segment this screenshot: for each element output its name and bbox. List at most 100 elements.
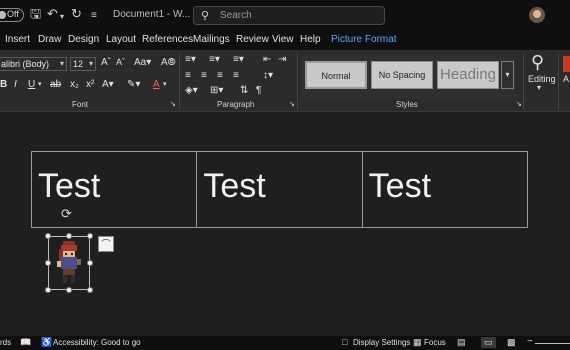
tab-picture-format[interactable]: Picture Format <box>331 34 397 45</box>
paragraph-dialog-launcher-icon[interactable]: ↘ <box>289 100 295 108</box>
styles-dialog-launcher-icon[interactable]: ↘ <box>516 100 522 108</box>
highlight-icon[interactable]: ✎▾ <box>127 79 140 90</box>
proofing-icon[interactable]: 📖 <box>20 337 31 348</box>
font-dialog-launcher-icon[interactable]: ↘ <box>170 100 176 108</box>
customize-quick-access-icon[interactable]: ≡ <box>91 9 97 23</box>
tab-references[interactable]: References <box>142 34 193 45</box>
autosave-knob <box>0 11 6 19</box>
rotate-handle-icon[interactable]: ⟳ <box>61 206 72 222</box>
superscript-icon[interactable]: x² <box>86 79 94 90</box>
justify-icon[interactable]: ≡ <box>233 70 239 81</box>
web-layout-icon[interactable]: ▩ <box>507 337 516 348</box>
tab-view[interactable]: View <box>272 34 294 45</box>
table-cell[interactable]: Test <box>196 151 363 228</box>
group-separator <box>297 53 298 109</box>
tab-design[interactable]: Design <box>68 34 99 45</box>
pixel-character-picture[interactable] <box>53 241 85 285</box>
font-size-box[interactable]: 12 ▾ <box>70 57 96 71</box>
addins-icon[interactable] <box>563 56 570 72</box>
table-cell[interactable]: Test <box>361 151 529 228</box>
line-spacing-icon[interactable]: ↕▾ <box>263 70 273 81</box>
resize-handle[interactable] <box>66 287 72 293</box>
font-color-icon[interactable]: A <box>153 79 160 90</box>
print-layout-icon[interactable]: ▭ <box>481 337 496 348</box>
align-center-icon[interactable]: ≡ <box>201 70 207 81</box>
font-color-dropdown-icon[interactable]: ▾ <box>163 80 167 88</box>
undo-icon[interactable]: ↶ <box>47 7 58 21</box>
document-table: Test Test Test <box>30 151 529 228</box>
chevron-down-icon: ▾ <box>88 59 93 68</box>
increase-indent-icon[interactable]: ⇥ <box>278 54 286 65</box>
resize-handle[interactable] <box>45 233 51 239</box>
show-formatting-icon[interactable]: ¶ <box>256 85 261 96</box>
change-case-icon[interactable]: Aa▾ <box>134 57 151 68</box>
autosave-toggle[interactable]: Off <box>0 8 24 22</box>
document-title: Document1 - W... <box>113 9 191 20</box>
table-cell[interactable]: Test <box>30 151 198 228</box>
align-right-icon[interactable]: ≡ <box>217 70 223 81</box>
underline-icon[interactable]: U <box>28 79 35 90</box>
resize-handle[interactable] <box>45 287 51 293</box>
addins-label[interactable]: A <box>563 74 569 84</box>
ribbon-tabs: Insert Draw Design Layout References Mai… <box>0 30 570 50</box>
resize-handle[interactable] <box>66 233 72 239</box>
italic-icon[interactable]: I <box>14 79 17 90</box>
focus-icon[interactable]: ▦ <box>413 337 422 348</box>
save-icon[interactable]: 🖫 <box>30 7 41 21</box>
shading-icon[interactable]: ◈▾ <box>185 85 198 96</box>
multilevel-list-icon[interactable]: ≡▾ <box>233 54 244 65</box>
focus-button[interactable]: Focus <box>424 338 446 347</box>
style-heading[interactable]: Heading <box>437 61 499 89</box>
accessibility-status[interactable]: Accessibility: Good to go <box>53 338 141 347</box>
tab-review[interactable]: Review <box>236 34 269 45</box>
subscript-icon[interactable]: x₂ <box>70 79 79 90</box>
display-settings-button[interactable]: Display Settings <box>353 338 410 347</box>
resize-handle[interactable] <box>87 233 93 239</box>
find-icon[interactable]: ⚲ <box>531 52 544 73</box>
search-box[interactable]: ⚲ Search <box>193 6 385 25</box>
resize-handle[interactable] <box>87 287 93 293</box>
font-name-value: alibri (Body) <box>1 59 50 69</box>
tab-draw[interactable]: Draw <box>38 34 61 45</box>
resize-handle[interactable] <box>45 260 51 266</box>
editing-button[interactable]: Editing <box>528 74 556 84</box>
styles-more-button[interactable]: ▾ <box>501 61 514 89</box>
document-canvas: Test Test Test <box>0 113 570 336</box>
font-group-label: Font <box>72 100 89 109</box>
accessibility-icon[interactable]: ♿ <box>41 337 52 348</box>
style-normal[interactable]: Normal <box>305 61 367 89</box>
search-icon: ⚲ <box>201 10 210 22</box>
numbering-icon[interactable]: ≡▾ <box>209 54 220 65</box>
tab-insert[interactable]: Insert <box>5 34 30 45</box>
tab-help[interactable]: Help <box>300 34 321 45</box>
bold-icon[interactable]: B <box>0 79 7 90</box>
align-left-icon[interactable]: ≡ <box>185 70 191 81</box>
text-effects-icon[interactable]: A▾ <box>102 79 114 90</box>
borders-icon[interactable]: ⊞▾ <box>210 85 223 96</box>
word-count[interactable]: rds <box>0 338 11 347</box>
group-separator <box>523 53 524 109</box>
decrease-indent-icon[interactable]: ⇤ <box>263 54 271 65</box>
avatar[interactable] <box>529 7 545 23</box>
bullets-icon[interactable]: ≡▾ <box>185 54 196 65</box>
grow-font-icon[interactable]: Aˆ <box>101 57 111 68</box>
zoom-out-icon[interactable]: − <box>527 336 533 347</box>
resize-handle[interactable] <box>87 260 93 266</box>
tab-layout[interactable]: Layout <box>106 34 136 45</box>
zoom-slider[interactable] <box>535 343 570 344</box>
redo-icon[interactable]: ↻ <box>71 7 82 21</box>
tab-mailings[interactable]: Mailings <box>193 34 230 45</box>
undo-dropdown-icon[interactable]: ▾ <box>60 10 64 24</box>
read-mode-icon[interactable]: ▤ <box>457 337 466 348</box>
style-no-spacing[interactable]: No Spacing <box>371 61 433 89</box>
clear-formatting-icon[interactable]: A⦾ <box>161 57 176 68</box>
styles-group-label: Styles <box>396 100 418 109</box>
sort-icon[interactable]: ⇅ <box>240 85 248 96</box>
font-name-box[interactable]: alibri (Body) ▾ <box>0 57 67 71</box>
strikethrough-icon[interactable]: ab <box>50 79 61 90</box>
display-settings-icon[interactable]: □ <box>342 337 347 347</box>
layout-options-icon[interactable]: ⌒ <box>98 236 114 252</box>
shrink-font-icon[interactable]: Aˇ <box>116 57 125 67</box>
styles-gallery: Normal No Spacing Heading <box>301 55 516 99</box>
underline-dropdown-icon[interactable]: ▾ <box>38 80 42 88</box>
